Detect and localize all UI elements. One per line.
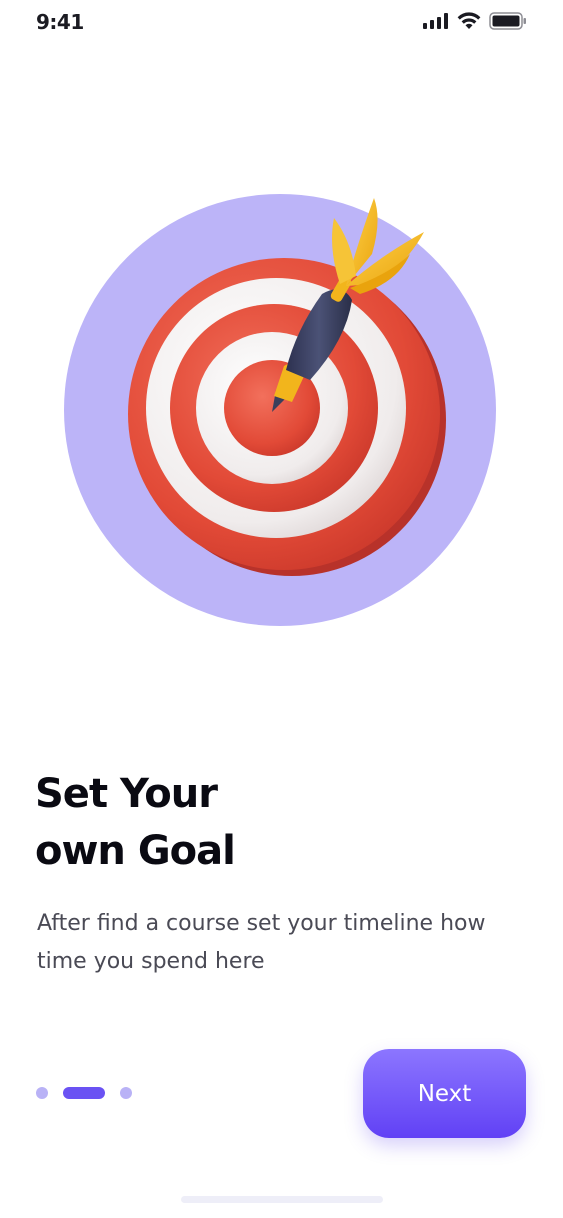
title-line-1: Set Your: [35, 771, 218, 817]
status-time: 9:41: [36, 10, 84, 34]
title-line-2: own Goal: [35, 828, 236, 874]
page-indicator: [36, 1087, 132, 1099]
next-button[interactable]: Next: [363, 1049, 526, 1138]
status-icons: [423, 12, 527, 30]
onboarding-description: After find a course set your timeline ho…: [37, 911, 486, 974]
battery-icon: [489, 12, 526, 30]
wifi-icon: [457, 12, 481, 29]
home-indicator: [181, 1196, 383, 1203]
onboarding-title: Set Your own Goal: [35, 766, 495, 880]
target-dart-illustration: [64, 194, 496, 626]
page-dot-3[interactable]: [120, 1087, 132, 1099]
signal-icon: [423, 13, 448, 29]
status-bar: 9:41: [0, 0, 563, 48]
page-dot-1[interactable]: [36, 1087, 48, 1099]
page-dot-2-active[interactable]: [63, 1087, 105, 1099]
